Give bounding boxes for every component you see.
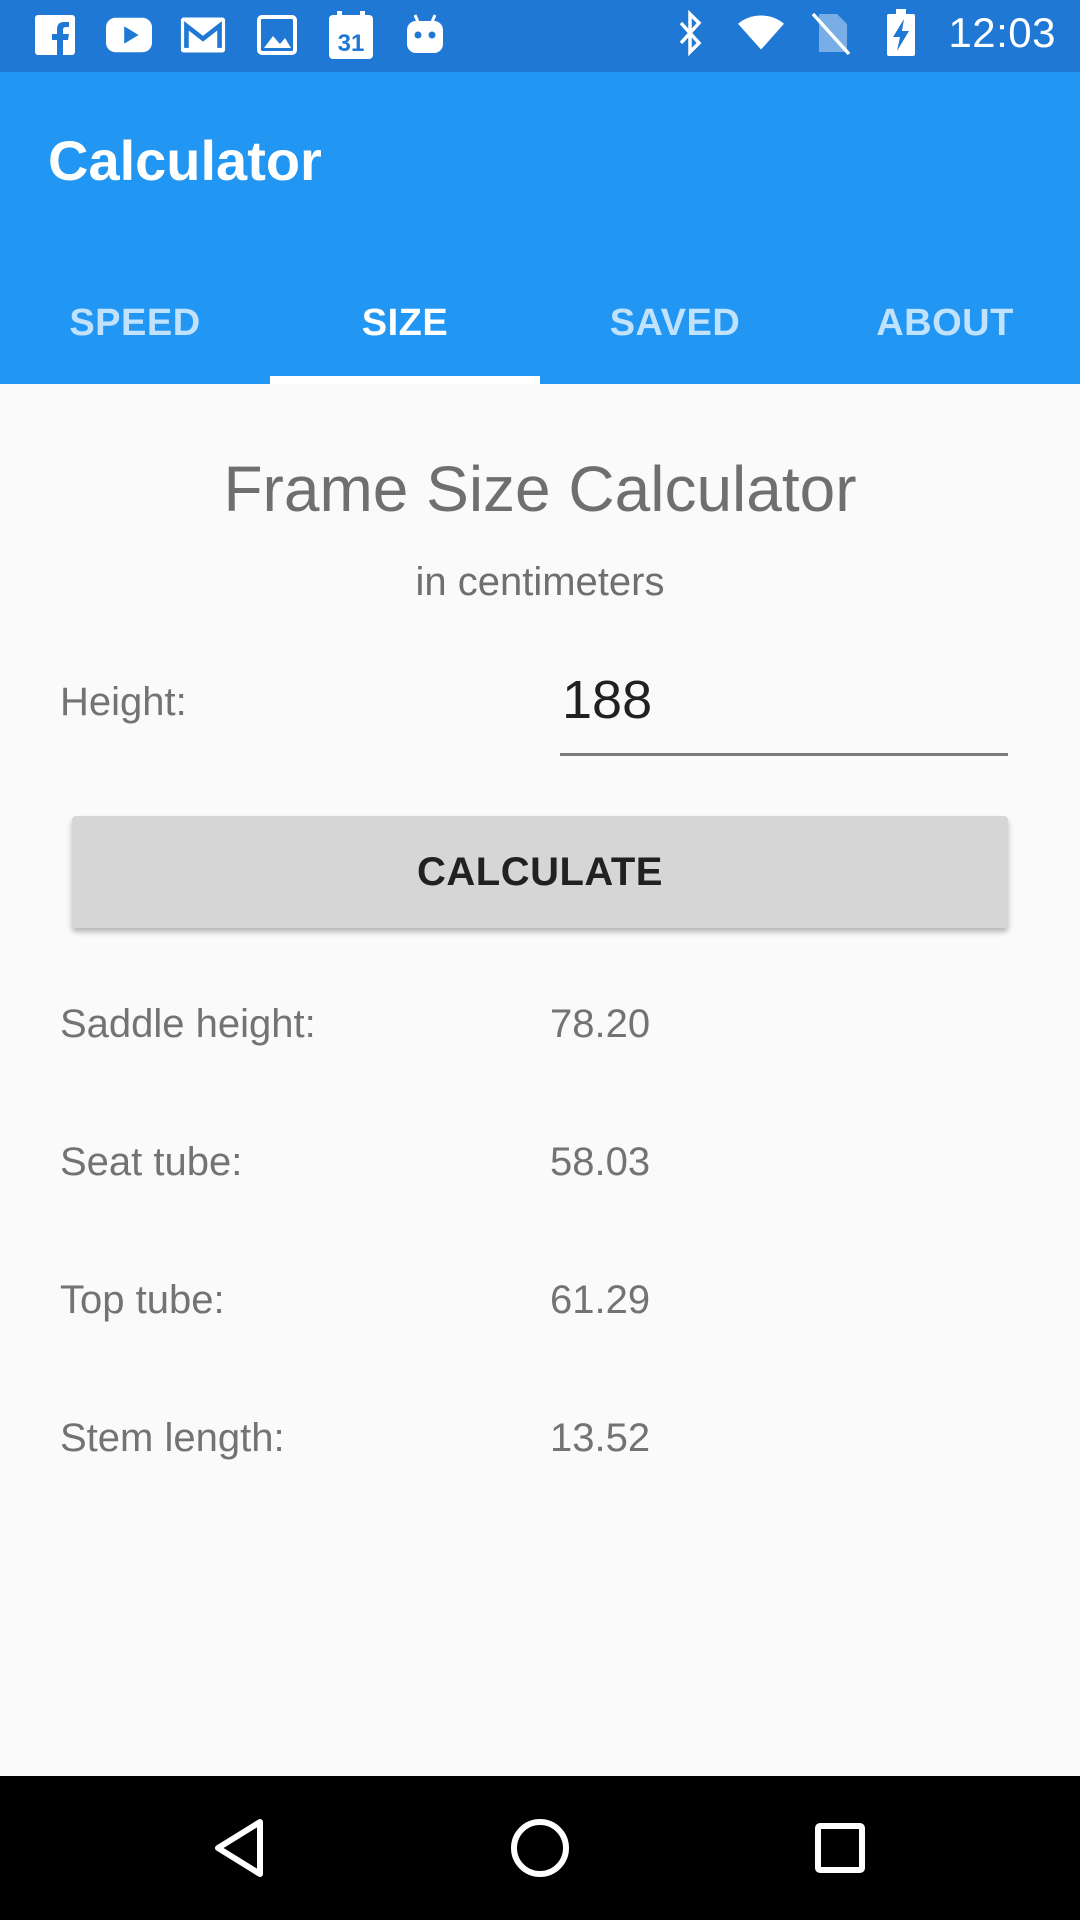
saddle-height-value: 78.20 xyxy=(550,1002,651,1046)
wifi-icon xyxy=(738,8,785,58)
youtube-icon xyxy=(106,10,152,60)
tab-speed[interactable]: SPEED xyxy=(0,262,270,384)
tab-size[interactable]: SIZE xyxy=(270,262,540,384)
facebook-icon xyxy=(32,10,78,60)
clock: 12:03 xyxy=(948,9,1056,56)
top-tube-value: 61.29 xyxy=(550,1278,651,1322)
recents-icon[interactable] xyxy=(804,1812,876,1884)
seat-tube-value: 58.03 xyxy=(550,1140,651,1184)
app-title: Calculator xyxy=(48,129,322,192)
seat-tube-label: Seat tube: xyxy=(60,1140,243,1184)
system-status: 12:03 xyxy=(668,8,1056,58)
height-label: Height: xyxy=(60,680,187,724)
status-bar: 31 12:03 xyxy=(0,0,1080,72)
height-input[interactable] xyxy=(560,660,1008,756)
page-title: Frame Size Calculator xyxy=(223,453,857,525)
calculate-button[interactable]: CALCULATE xyxy=(72,816,1008,928)
calendar-icon: 31 xyxy=(328,10,374,60)
tab-about[interactable]: ABOUT xyxy=(810,262,1080,384)
navigation-bar xyxy=(0,1776,1080,1920)
back-icon[interactable] xyxy=(204,1812,276,1884)
tab-bar: SPEED SIZE SAVED ABOUT xyxy=(0,262,1080,384)
bluetooth-icon xyxy=(668,8,714,58)
top-tube-label: Top tube: xyxy=(60,1278,225,1322)
tab-saved[interactable]: SAVED xyxy=(540,262,810,384)
units-subtitle: in centimeters xyxy=(415,560,665,604)
image-icon xyxy=(254,10,300,60)
calendar-day: 31 xyxy=(338,30,365,57)
home-icon[interactable] xyxy=(504,1812,576,1884)
saddle-height-label: Saddle height: xyxy=(60,1002,316,1046)
gmail-icon xyxy=(180,10,226,60)
stem-length-label: Stem length: xyxy=(60,1416,285,1460)
android-icon xyxy=(402,10,448,60)
battery-charging-icon xyxy=(878,8,924,58)
stem-length-value: 13.52 xyxy=(550,1416,651,1460)
notification-icons: 31 xyxy=(32,10,448,60)
no-sim-icon xyxy=(808,8,854,58)
app-bar: Calculator SPEED SIZE SAVED ABOUT xyxy=(0,72,1080,384)
